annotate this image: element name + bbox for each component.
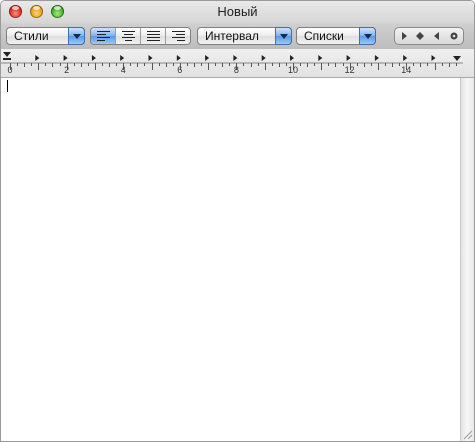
align-center-button[interactable] [115,28,140,44]
tab-marker[interactable] [431,55,436,61]
spacing-popup[interactable]: Интервал [197,27,292,45]
align-right-icon [172,31,185,42]
ruler-label: 0 [7,65,12,75]
ruler-label: 14 [401,65,411,75]
title-bar[interactable]: Новый [1,1,474,23]
styles-popup[interactable]: Стили [6,27,85,45]
align-right-button[interactable] [165,28,190,44]
ruler-label: 10 [288,65,298,75]
chevron-down-icon [359,27,376,45]
tab-stop-control[interactable] [394,27,464,45]
ruler-scale: 0 2 4 6 8 10 12 14 [1,52,463,75]
tab-marker[interactable] [205,55,210,61]
tab-marker[interactable] [35,55,40,61]
ruler-label: 12 [345,65,355,75]
ruler-label: 2 [64,65,69,75]
tab-marker[interactable] [176,55,181,61]
left-tab-icon[interactable] [399,31,409,41]
align-justify-icon [147,31,160,42]
tab-marker[interactable] [403,55,408,61]
tab-marker[interactable] [261,55,266,61]
right-tab-icon[interactable] [432,31,442,41]
left-indent-marker[interactable] [3,52,11,57]
tab-marker[interactable] [290,55,294,61]
spacing-popup-label: Интервал [205,29,259,43]
first-line-indent-marker[interactable] [3,58,11,60]
decimal-tab-icon[interactable] [449,31,459,41]
align-left-icon [97,31,110,42]
window-title: Новый [217,4,258,19]
tab-marker[interactable] [233,55,238,61]
format-toolbar: Стили Интервал Списки [1,25,474,49]
center-tab-icon[interactable] [415,31,425,41]
document-text-area[interactable] [1,78,463,441]
align-center-icon [122,31,135,42]
text-edit-window: Новый Стили Интервал Списки 0 2 4 6 8 10… [0,0,475,442]
tab-marker[interactable] [91,55,96,61]
text-cursor [7,80,8,92]
tab-marker[interactable] [148,55,153,61]
right-margin-marker[interactable] [453,56,461,61]
chevron-down-icon [275,27,292,45]
styles-popup-label: Стили [14,29,49,43]
lists-popup[interactable]: Списки [296,27,376,45]
ruler[interactable]: 0 2 4 6 8 10 12 14 [1,49,474,78]
resize-grip-icon[interactable] [462,429,473,440]
chevron-down-icon [68,27,85,45]
vertical-scrollbar[interactable] [460,78,474,441]
tab-marker[interactable] [63,55,68,61]
tab-marker[interactable] [120,55,125,61]
tab-marker[interactable] [374,55,379,61]
tab-marker[interactable] [346,55,351,61]
tab-marker[interactable] [318,55,323,61]
lists-popup-label: Списки [304,29,344,43]
align-justify-button[interactable] [140,28,165,44]
ruler-label: 8 [234,65,239,75]
ruler-label: 6 [177,65,182,75]
ruler-label: 4 [121,65,126,75]
alignment-control [90,27,191,45]
align-left-button[interactable] [91,28,115,44]
